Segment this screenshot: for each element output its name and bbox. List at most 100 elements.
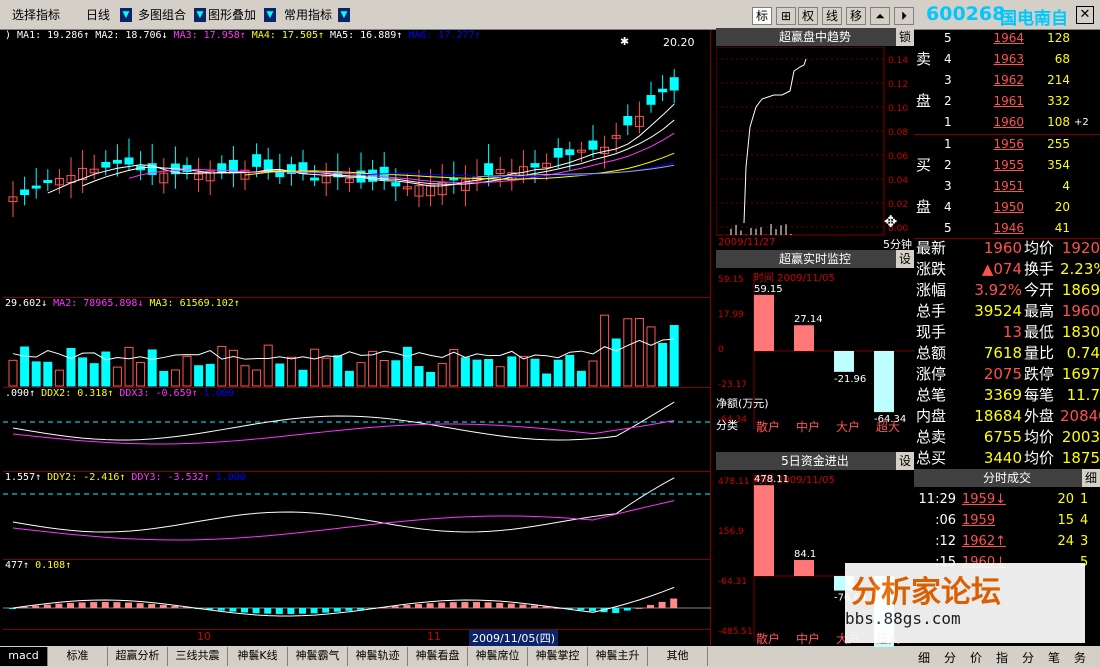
macd-bar — [101, 602, 109, 608]
bottom-tab-4[interactable]: 分 — [1022, 649, 1034, 666]
tab-11[interactable]: 其他 — [648, 647, 708, 666]
macd-bar — [623, 608, 631, 611]
monitor-settings-button[interactable]: 设 — [896, 250, 914, 268]
macd-bar — [484, 602, 492, 608]
chevron-down-icon[interactable]: ▼ — [264, 8, 276, 22]
ddx-panel[interactable]: .090↑ DDX2: 0.318↑ DDX3: -0.659↑ 1.000 — [3, 388, 711, 472]
macd-bar — [345, 608, 353, 611]
legend-item: .090↑ — [5, 388, 36, 399]
bottom-tab-5[interactable]: 笔 — [1048, 649, 1060, 666]
chart-area[interactable]: ) MA1: 19.286↑ MA2: 18.706↓ MA3: 17.958↑ MA… — [3, 30, 711, 645]
volume: 128 — [1047, 31, 1070, 45]
detail-button[interactable]: 细 — [1082, 469, 1100, 487]
ddy-chart — [3, 477, 711, 541]
trend-line — [743, 58, 807, 224]
sell-row[interactable]: 5 1964 128 — [914, 28, 1100, 49]
volume-bar — [530, 358, 540, 387]
volume-chart — [8, 314, 679, 387]
sell-row[interactable]: 1 1960 108 +2 — [914, 112, 1100, 133]
chevron-down-icon[interactable]: ▼ — [120, 8, 132, 22]
trend-frame — [716, 47, 885, 236]
stock-code: 600268 — [926, 3, 1006, 25]
buy-row[interactable]: 1 1956 255 — [914, 134, 1100, 155]
bottom-tab-3[interactable]: 指 — [996, 649, 1008, 666]
sell-row[interactable]: 3 1962 214 — [914, 70, 1100, 91]
line-button[interactable]: 线 — [822, 7, 842, 25]
macd-bar — [391, 606, 399, 608]
ddx-legend: .090↑ DDX2: 0.318↑ DDX3: -0.659↑ 1.000 — [5, 388, 240, 399]
up-icon[interactable]: ⏶ — [870, 7, 890, 25]
legend-item: MA2: 78965.898↓ — [53, 298, 144, 309]
volume-bar — [460, 357, 470, 387]
kline-chart: ✱ — [8, 35, 679, 218]
candle — [623, 116, 633, 126]
period-select[interactable]: 日线 ▼ — [82, 5, 132, 25]
overlay-select[interactable]: 图形叠加 ▼ — [204, 5, 276, 25]
stat-value: 1960 — [1061, 302, 1100, 320]
tick-count: 3 — [1080, 534, 1089, 549]
grid-button[interactable]: ⊞ — [776, 7, 796, 25]
common-indicator-select[interactable]: 常用指标 ▼ — [280, 5, 350, 25]
macd-bar — [322, 608, 330, 613]
tab-10[interactable]: 神鬟主升 — [588, 647, 648, 666]
bottom-tab-2[interactable]: 价 — [970, 649, 982, 666]
fund5-header: 5日资金进出 设 — [716, 452, 914, 470]
tab-8[interactable]: 神鬟席位 — [468, 647, 528, 666]
volume-bar — [437, 363, 447, 387]
buy-row[interactable]: 5 1946 41 — [914, 218, 1100, 239]
monitor-title: 超赢实时监控 — [778, 252, 851, 266]
price: 1963 — [993, 52, 1024, 66]
tab-0[interactable]: macd — [0, 647, 48, 666]
sell-row[interactable]: 4 1963 68 — [914, 49, 1100, 70]
period-value: 日线 — [86, 8, 111, 22]
tab-1[interactable]: 标准 — [48, 647, 108, 666]
play-icon[interactable]: ⏵ — [894, 7, 914, 25]
stock-name: 国电南自 — [1000, 9, 1068, 29]
stat-row: 总额 7618 量比 0.74 — [914, 343, 1100, 364]
level: 2 — [944, 94, 952, 108]
buy-row[interactable]: 2 1955 354 — [914, 155, 1100, 176]
move-button[interactable]: 移 — [846, 7, 866, 25]
tab-9[interactable]: 神鬟掌控 — [528, 647, 588, 666]
ddy-line — [12, 477, 675, 533]
sell-row[interactable]: 2 1961 332 — [914, 91, 1100, 112]
chevron-down-icon[interactable]: ▼ — [338, 8, 350, 22]
stat-label: 换手 — [1024, 260, 1055, 278]
bottom-tab-6[interactable]: 务 — [1074, 649, 1086, 666]
select-indicator-button[interactable]: 选择指标 — [8, 5, 64, 25]
volume-bar — [344, 370, 354, 387]
tab-4[interactable]: 神鬟K线 — [228, 647, 288, 666]
bottom-tab-1[interactable]: 分 — [944, 649, 956, 666]
tab-7[interactable]: 神鬟看盘 — [408, 647, 468, 666]
ddy-panel[interactable]: 1.557↑ DDY2: -2.416↑ DDY3: -3.532↑ 1.000 — [3, 472, 711, 560]
volume-bar — [112, 366, 122, 387]
cursor-date: 2009/11/05(四) — [469, 630, 558, 646]
tab-6[interactable]: 神鬟轨迹 — [348, 647, 408, 666]
lock-button[interactable]: 锁 — [896, 28, 914, 46]
forum-watermark: 分析家论坛 bbs.88gs.com — [845, 563, 1085, 643]
volume-panel[interactable]: 29.602↓ MA2: 78965.898↓ MA3: 61569.102↑ — [3, 298, 711, 388]
fund5-settings-button[interactable]: 设 — [896, 452, 914, 470]
close-icon[interactable]: ✕ — [1076, 6, 1094, 24]
buy-row[interactable]: 3 1951 4 — [914, 176, 1100, 197]
buy-row[interactable]: 4 1950 20 — [914, 197, 1100, 218]
rights-button[interactable]: 权 — [798, 7, 818, 25]
candle — [553, 147, 563, 158]
price: 1955 — [993, 158, 1024, 172]
tab-5[interactable]: 神鬟霸气 — [288, 647, 348, 666]
volume-bar — [228, 349, 238, 387]
category-label: 超大 — [876, 419, 900, 434]
bar-label: 27.14 — [794, 314, 823, 325]
stat-value: 1920 — [1061, 239, 1100, 257]
bottom-tab-0[interactable]: 细 — [918, 649, 930, 666]
ddy-legend: 1.557↑ DDY2: -2.416↑ DDY3: -3.532↑ 1.000 — [5, 472, 252, 483]
standard-button[interactable]: 标 — [752, 7, 772, 25]
multi-chart-select[interactable]: 多图组合 ▼ — [134, 5, 206, 25]
volume-bar — [472, 359, 482, 387]
legend-item: 1.000 — [203, 388, 234, 399]
macd-panel[interactable]: 477↑ 0.108↑ — [3, 560, 711, 630]
toolbar: 选择指标 日线 ▼ 多图组合 ▼ 图形叠加 ▼ 常用指标 ▼ 标 ⊞ 权 线 移 ⏶ ⏵… — [0, 0, 1100, 30]
kline-panel[interactable]: ) MA1: 19.286↑ MA2: 18.706↓ MA3: 17.958↑ MA… — [3, 30, 711, 298]
tab-3[interactable]: 三线共震 — [168, 647, 228, 666]
tab-2[interactable]: 超赢分析 — [108, 647, 168, 666]
